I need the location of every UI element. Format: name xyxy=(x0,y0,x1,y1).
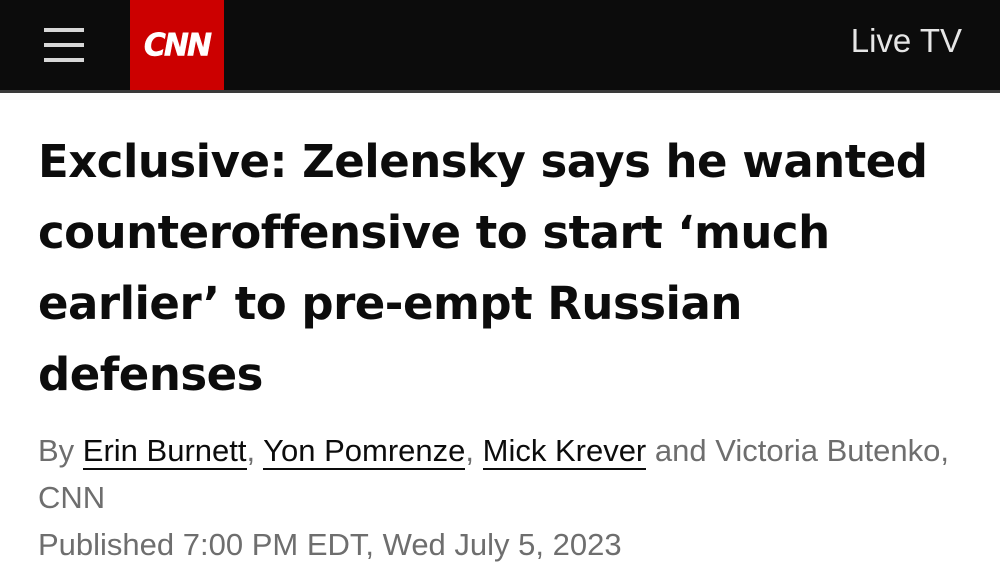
author-link-yon-pomrenze[interactable]: Yon Pomrenze xyxy=(263,433,466,470)
author-link-erin-burnett[interactable]: Erin Burnett xyxy=(82,433,247,470)
byline-prefix: By xyxy=(38,433,83,468)
article-headline: Exclusive: Zelensky says he wanted count… xyxy=(38,135,928,401)
article-byline: By Erin Burnett, Yon Pomrenze, Mick Krev… xyxy=(38,427,958,521)
publish-timestamp: Published 7:00 PM EDT, Wed July 5, 2023 xyxy=(38,527,622,562)
byline-separator: , xyxy=(465,433,483,468)
menu-line xyxy=(44,58,84,62)
logo-text: CNN xyxy=(143,26,213,64)
live-tv-link[interactable]: Live TV xyxy=(851,22,962,60)
menu-line xyxy=(44,28,84,32)
byline-separator: , xyxy=(246,433,264,468)
author-link-mick-krever[interactable]: Mick Krever xyxy=(482,433,647,470)
cnn-logo[interactable]: CNN xyxy=(130,0,224,90)
header-divider xyxy=(0,90,1000,93)
top-nav-bar: CNN Live TV xyxy=(0,0,1000,90)
hamburger-menu-icon[interactable] xyxy=(44,26,86,64)
menu-line xyxy=(44,43,84,47)
